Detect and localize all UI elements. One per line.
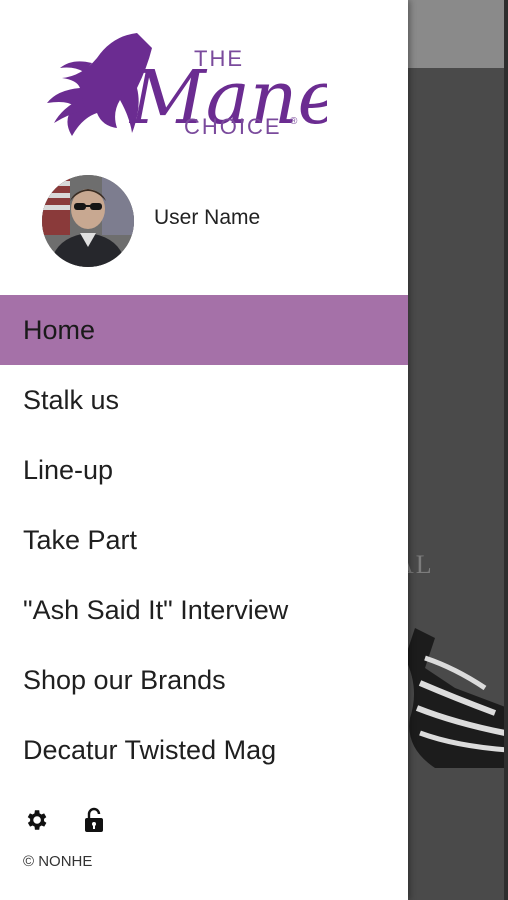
gear-icon[interactable] [22, 806, 50, 834]
mane-choice-logo: Mane THE CHOICE ® [47, 33, 327, 141]
menu-item-stalk-us[interactable]: Stalk us [0, 365, 408, 435]
menu-item-label: Shop our Brands [23, 664, 226, 695]
avatar-photo [42, 175, 134, 267]
zebra-pattern-image [405, 628, 508, 768]
menu-item-decatur-twisted-mag[interactable]: Decatur Twisted Mag [0, 715, 408, 785]
menu-item-label: Take Part [23, 524, 138, 555]
avatar[interactable] [42, 175, 134, 267]
copyright-text: © NONHE [23, 853, 93, 870]
menu-item-take-part[interactable]: Take Part [0, 505, 408, 575]
menu-item-ash-said-it-interview[interactable]: "Ash Said It" Interview [0, 575, 408, 645]
logo-word-the: THE [194, 46, 244, 71]
drawer-menu: Home Stalk us Line-up Take Part "Ash Sai… [0, 295, 408, 785]
menu-item-home[interactable]: Home [0, 295, 408, 365]
screen-edge [504, 0, 508, 900]
navigation-drawer: Mane THE CHOICE ® User Name Home Stalk u… [0, 0, 408, 900]
menu-item-label: Home [23, 314, 96, 345]
logo-registered-mark: ® [290, 116, 298, 127]
menu-item-shop-our-brands[interactable]: Shop our Brands [0, 645, 408, 715]
menu-item-line-up[interactable]: Line-up [0, 435, 408, 505]
user-profile[interactable]: User Name [0, 170, 408, 270]
menu-item-label: Decatur Twisted Mag [23, 734, 277, 765]
unlock-icon[interactable] [80, 806, 108, 834]
user-name-label: User Name [154, 206, 261, 229]
menu-item-label: Line-up [23, 454, 114, 485]
logo-word-choice: CHOICE [184, 114, 282, 139]
footer-actions [22, 806, 108, 834]
menu-item-label: Stalk us [23, 384, 120, 415]
menu-item-label: "Ash Said It" Interview [23, 594, 289, 625]
